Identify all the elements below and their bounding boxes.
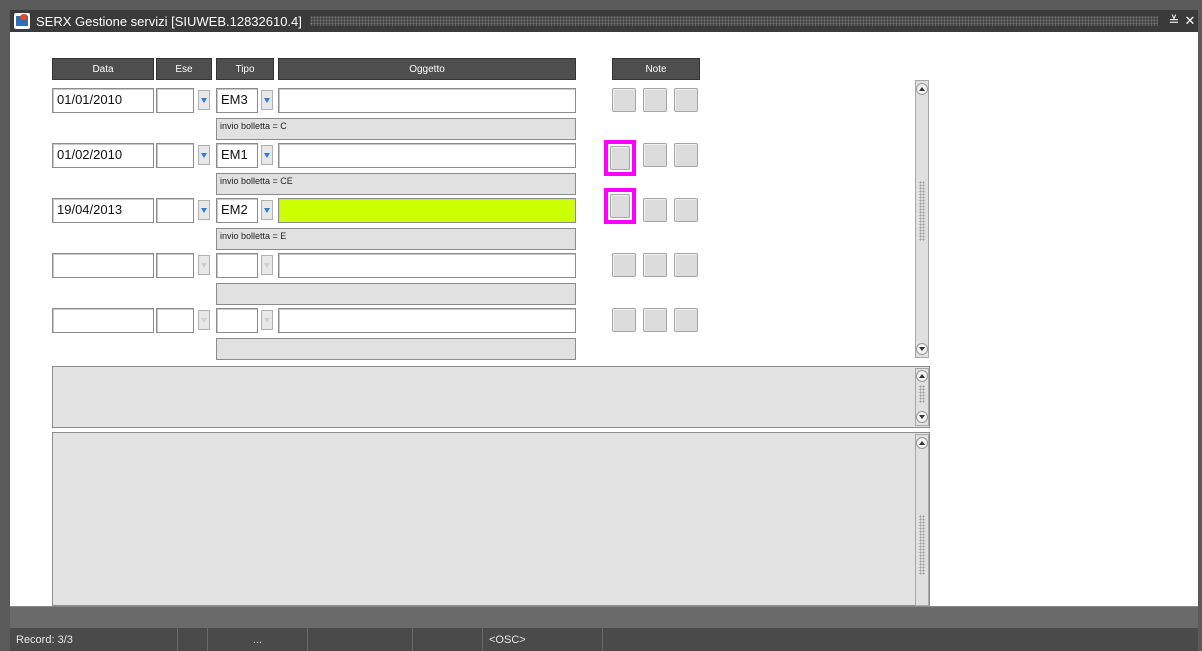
- scroll-down-icon[interactable]: [916, 411, 928, 423]
- tipo-description: invio bolletta = C: [216, 118, 576, 140]
- scroll-up-icon[interactable]: [916, 83, 928, 95]
- tipo-description: invio bolletta = CE: [216, 173, 576, 195]
- mode-indicator: <OSC>: [483, 628, 603, 651]
- status-seg-1: [178, 628, 208, 651]
- note-button-2[interactable]: [643, 198, 667, 222]
- data-field[interactable]: 01/01/2010: [52, 88, 154, 113]
- note-button-3[interactable]: [674, 143, 698, 167]
- notes-scrollbar[interactable]: [915, 434, 929, 606]
- ese-field[interactable]: [156, 88, 194, 113]
- note-button-1[interactable]: [610, 194, 630, 218]
- ese-lov-button[interactable]: [198, 145, 210, 165]
- header-note: Note: [612, 58, 700, 80]
- info-scrollbar[interactable]: [915, 368, 929, 426]
- close-icon[interactable]: ✕: [1182, 13, 1198, 29]
- form-content: Data Ese Tipo Oggetto Note 01/01/2010 EM…: [10, 32, 1198, 606]
- title-bar: SERX Gestione servizi [SIUWEB.12832610.4…: [10, 10, 1198, 32]
- note-button-2[interactable]: [643, 253, 667, 277]
- oggetto-field[interactable]: [278, 253, 576, 278]
- ese-lov-button[interactable]: [198, 310, 210, 330]
- tipo-lov-button[interactable]: [261, 310, 273, 330]
- header-ese: Ese: [156, 58, 212, 80]
- restore-icon[interactable]: ≚: [1166, 13, 1182, 29]
- note-button-3[interactable]: [674, 308, 698, 332]
- note-button-3[interactable]: [674, 253, 698, 277]
- tipo-lov-button[interactable]: [261, 90, 273, 110]
- data-field[interactable]: [52, 253, 154, 278]
- oggetto-field[interactable]: [278, 308, 576, 333]
- header-tipo: Tipo: [216, 58, 274, 80]
- info-panel: [52, 366, 930, 428]
- status-seg-3: [308, 628, 413, 651]
- tipo-lov-button[interactable]: [261, 255, 273, 275]
- ese-field[interactable]: [156, 253, 194, 278]
- scroll-up-icon[interactable]: [916, 437, 928, 449]
- note-button-1[interactable]: [612, 253, 636, 277]
- title-bar-grip: [309, 16, 1158, 26]
- tipo-description: [216, 283, 576, 305]
- header-oggetto: Oggetto: [278, 58, 576, 80]
- tipo-field[interactable]: [216, 308, 258, 333]
- note-button-1[interactable]: [610, 146, 630, 170]
- ese-field[interactable]: [156, 143, 194, 168]
- scroll-grip[interactable]: [919, 181, 925, 241]
- records-scrollbar[interactable]: [915, 80, 929, 358]
- data-field[interactable]: 01/02/2010: [52, 143, 154, 168]
- data-field[interactable]: [52, 308, 154, 333]
- status-seg-2: ...: [208, 628, 308, 651]
- status-seg-4: [413, 628, 483, 651]
- record-indicator: Record: 3/3: [10, 628, 178, 651]
- scroll-down-icon[interactable]: [916, 343, 928, 355]
- tipo-field[interactable]: EM2: [216, 198, 258, 223]
- tipo-field[interactable]: EM3: [216, 88, 258, 113]
- oggetto-field[interactable]: [278, 88, 576, 113]
- oggetto-field-active[interactable]: [278, 198, 576, 223]
- scroll-grip[interactable]: [919, 515, 925, 575]
- app-icon: [14, 13, 30, 29]
- note-button-3[interactable]: [674, 88, 698, 112]
- status-bar: Record: 3/3 ... <OSC>: [10, 628, 1198, 651]
- tipo-lov-button[interactable]: [261, 200, 273, 220]
- tipo-field[interactable]: EM1: [216, 143, 258, 168]
- ese-lov-button[interactable]: [198, 90, 210, 110]
- window-title: SERX Gestione servizi [SIUWEB.12832610.4…: [36, 13, 302, 29]
- scroll-up-icon[interactable]: [916, 370, 928, 382]
- ese-field[interactable]: [156, 198, 194, 223]
- header-data: Data: [52, 58, 154, 80]
- scroll-grip[interactable]: [919, 385, 925, 403]
- note-button-2[interactable]: [643, 88, 667, 112]
- note-button-2[interactable]: [643, 143, 667, 167]
- message-bar: [10, 606, 1198, 628]
- notes-panel: [52, 432, 930, 606]
- note-button-1[interactable]: [612, 88, 636, 112]
- tipo-field[interactable]: [216, 253, 258, 278]
- ese-lov-button[interactable]: [198, 200, 210, 220]
- note-button-3[interactable]: [674, 198, 698, 222]
- ese-lov-button[interactable]: [198, 255, 210, 275]
- tipo-description: invio bolletta = E: [216, 228, 576, 250]
- note-button-1[interactable]: [612, 308, 636, 332]
- tipo-lov-button[interactable]: [261, 145, 273, 165]
- oggetto-field[interactable]: [278, 143, 576, 168]
- tipo-description: [216, 338, 576, 360]
- note-button-2[interactable]: [643, 308, 667, 332]
- data-field[interactable]: 19/04/2013: [52, 198, 154, 223]
- ese-field[interactable]: [156, 308, 194, 333]
